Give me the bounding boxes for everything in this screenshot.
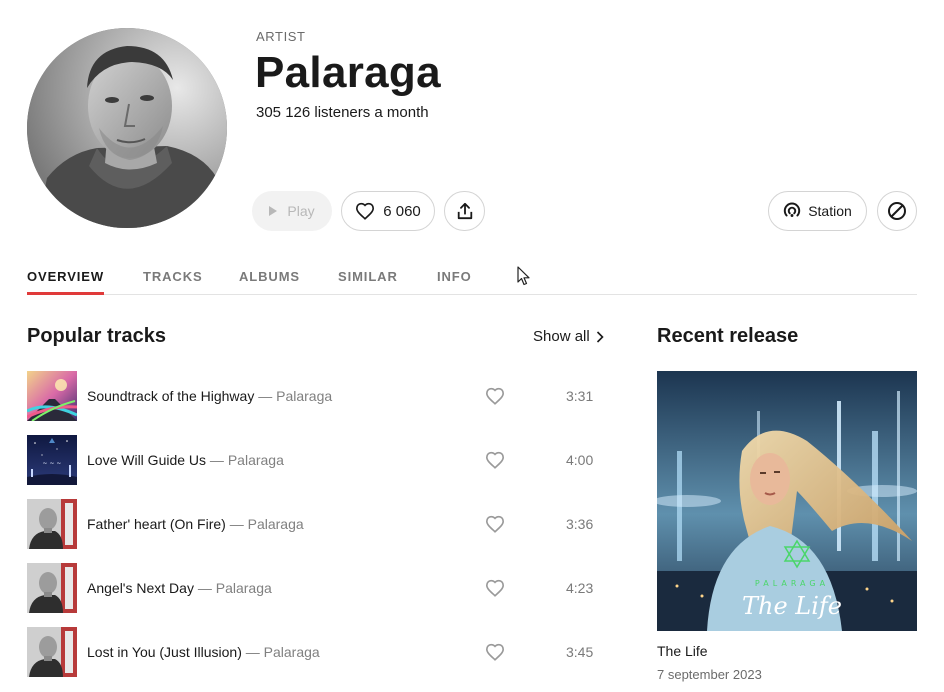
heart-icon[interactable]	[485, 451, 505, 469]
tab-albums[interactable]: ALBUMS	[239, 269, 300, 293]
track-row[interactable]: ~ ~ ~ Love Will Guide Us — Palaraga 4:00	[27, 435, 607, 499]
track-title[interactable]: Soundtrack of the Highway — Palaraga	[87, 388, 332, 404]
popular-track-list: Soundtrack of the Highway — Palaraga 3:3…	[27, 371, 607, 691]
artist-name: Palaraga	[255, 48, 441, 97]
track-cover	[27, 563, 77, 613]
track-title[interactable]: Angel's Next Day — Palaraga	[87, 580, 272, 596]
track-cover	[27, 371, 77, 421]
station-button-label: Station	[808, 203, 852, 219]
track-separator: —	[206, 452, 228, 468]
track-name: Lost in You (Just Illusion)	[87, 644, 242, 660]
svg-text:~ ~ ~: ~ ~ ~	[43, 460, 62, 467]
release-cover[interactable]: PALARAGA The Life	[657, 371, 917, 631]
track-cover: ~ ~ ~	[27, 435, 77, 485]
play-button-label: Play	[287, 203, 315, 219]
show-all-label: Show all	[533, 328, 590, 345]
artist-tabs: OVERVIEW TRACKS ALBUMS SIMILAR INFO	[27, 266, 917, 295]
tab-info[interactable]: INFO	[437, 269, 472, 293]
heart-icon[interactable]	[485, 515, 505, 533]
artist-page: ARTIST Palaraga 305 126 listeners a mont…	[0, 0, 944, 692]
monthly-listeners: 305 126 listeners a month	[256, 104, 429, 121]
release-name[interactable]: The Life	[657, 643, 708, 659]
track-cover	[27, 627, 77, 677]
track-title[interactable]: Love Will Guide Us — Palaraga	[87, 452, 284, 468]
likes-count: 6 060	[383, 202, 421, 220]
track-artist-link[interactable]: Palaraga	[264, 644, 320, 660]
release-date: 7 september 2023	[657, 667, 762, 682]
track-separator: —	[225, 516, 248, 532]
block-artist-button[interactable]	[877, 191, 917, 231]
tab-similar[interactable]: SIMILAR	[338, 269, 398, 293]
track-row[interactable]: Father' heart (On Fire) — Palaraga 3:36	[27, 499, 607, 563]
chevron-right-icon	[596, 330, 604, 343]
track-separator: —	[241, 644, 264, 660]
track-duration: 4:23	[566, 580, 594, 596]
track-separator: —	[254, 388, 277, 404]
track-artist-link[interactable]: Palaraga	[276, 388, 332, 404]
share-icon	[457, 202, 472, 220]
recent-release-title: Recent release	[657, 325, 799, 347]
track-name: Angel's Next Day	[87, 580, 194, 596]
share-button[interactable]	[444, 191, 485, 231]
heart-icon[interactable]	[485, 579, 505, 597]
track-duration: 3:36	[566, 516, 594, 532]
heart-icon[interactable]	[485, 387, 505, 405]
station-button[interactable]: Station	[768, 191, 867, 231]
show-all-link[interactable]: Show all	[533, 328, 604, 345]
track-row[interactable]: Lost in You (Just Illusion) — Palaraga 3…	[27, 627, 607, 691]
track-title[interactable]: Father' heart (On Fire) — Palaraga	[87, 516, 304, 532]
track-duration: 3:31	[566, 388, 594, 404]
track-title[interactable]: Lost in You (Just Illusion) — Palaraga	[87, 644, 320, 660]
tab-overview[interactable]: OVERVIEW	[27, 269, 105, 295]
block-icon	[888, 202, 906, 220]
play-button[interactable]: Play	[252, 191, 332, 231]
track-artist-link[interactable]: Palaraga	[248, 516, 304, 532]
track-row[interactable]: Soundtrack of the Highway — Palaraga 3:3…	[27, 371, 607, 435]
track-duration: 4:00	[566, 452, 594, 468]
popular-tracks-title: Popular tracks	[27, 325, 166, 347]
station-icon	[784, 202, 801, 217]
artist-avatar	[27, 28, 227, 228]
cover-title-text: The Life	[742, 592, 842, 620]
cover-brand-text: PALARAGA	[755, 579, 829, 588]
track-artist-link[interactable]: Palaraga	[216, 580, 272, 596]
track-name: Soundtrack of the Highway	[87, 388, 255, 404]
like-artist-button[interactable]: 6 060	[341, 191, 435, 231]
track-duration: 3:45	[566, 644, 594, 660]
artist-kind-label: ARTIST	[256, 29, 306, 44]
heart-icon	[356, 202, 375, 220]
mouse-cursor-icon	[517, 266, 530, 286]
track-name: Love Will Guide Us	[87, 452, 207, 468]
track-artist-link[interactable]: Palaraga	[228, 452, 284, 468]
track-separator: —	[193, 580, 216, 596]
track-name: Father' heart (On Fire)	[87, 516, 226, 532]
track-row[interactable]: Angel's Next Day — Palaraga 4:23	[27, 563, 607, 627]
tab-tracks[interactable]: TRACKS	[143, 269, 203, 293]
track-cover	[27, 499, 77, 549]
play-icon	[269, 206, 278, 216]
heart-icon[interactable]	[485, 643, 505, 661]
